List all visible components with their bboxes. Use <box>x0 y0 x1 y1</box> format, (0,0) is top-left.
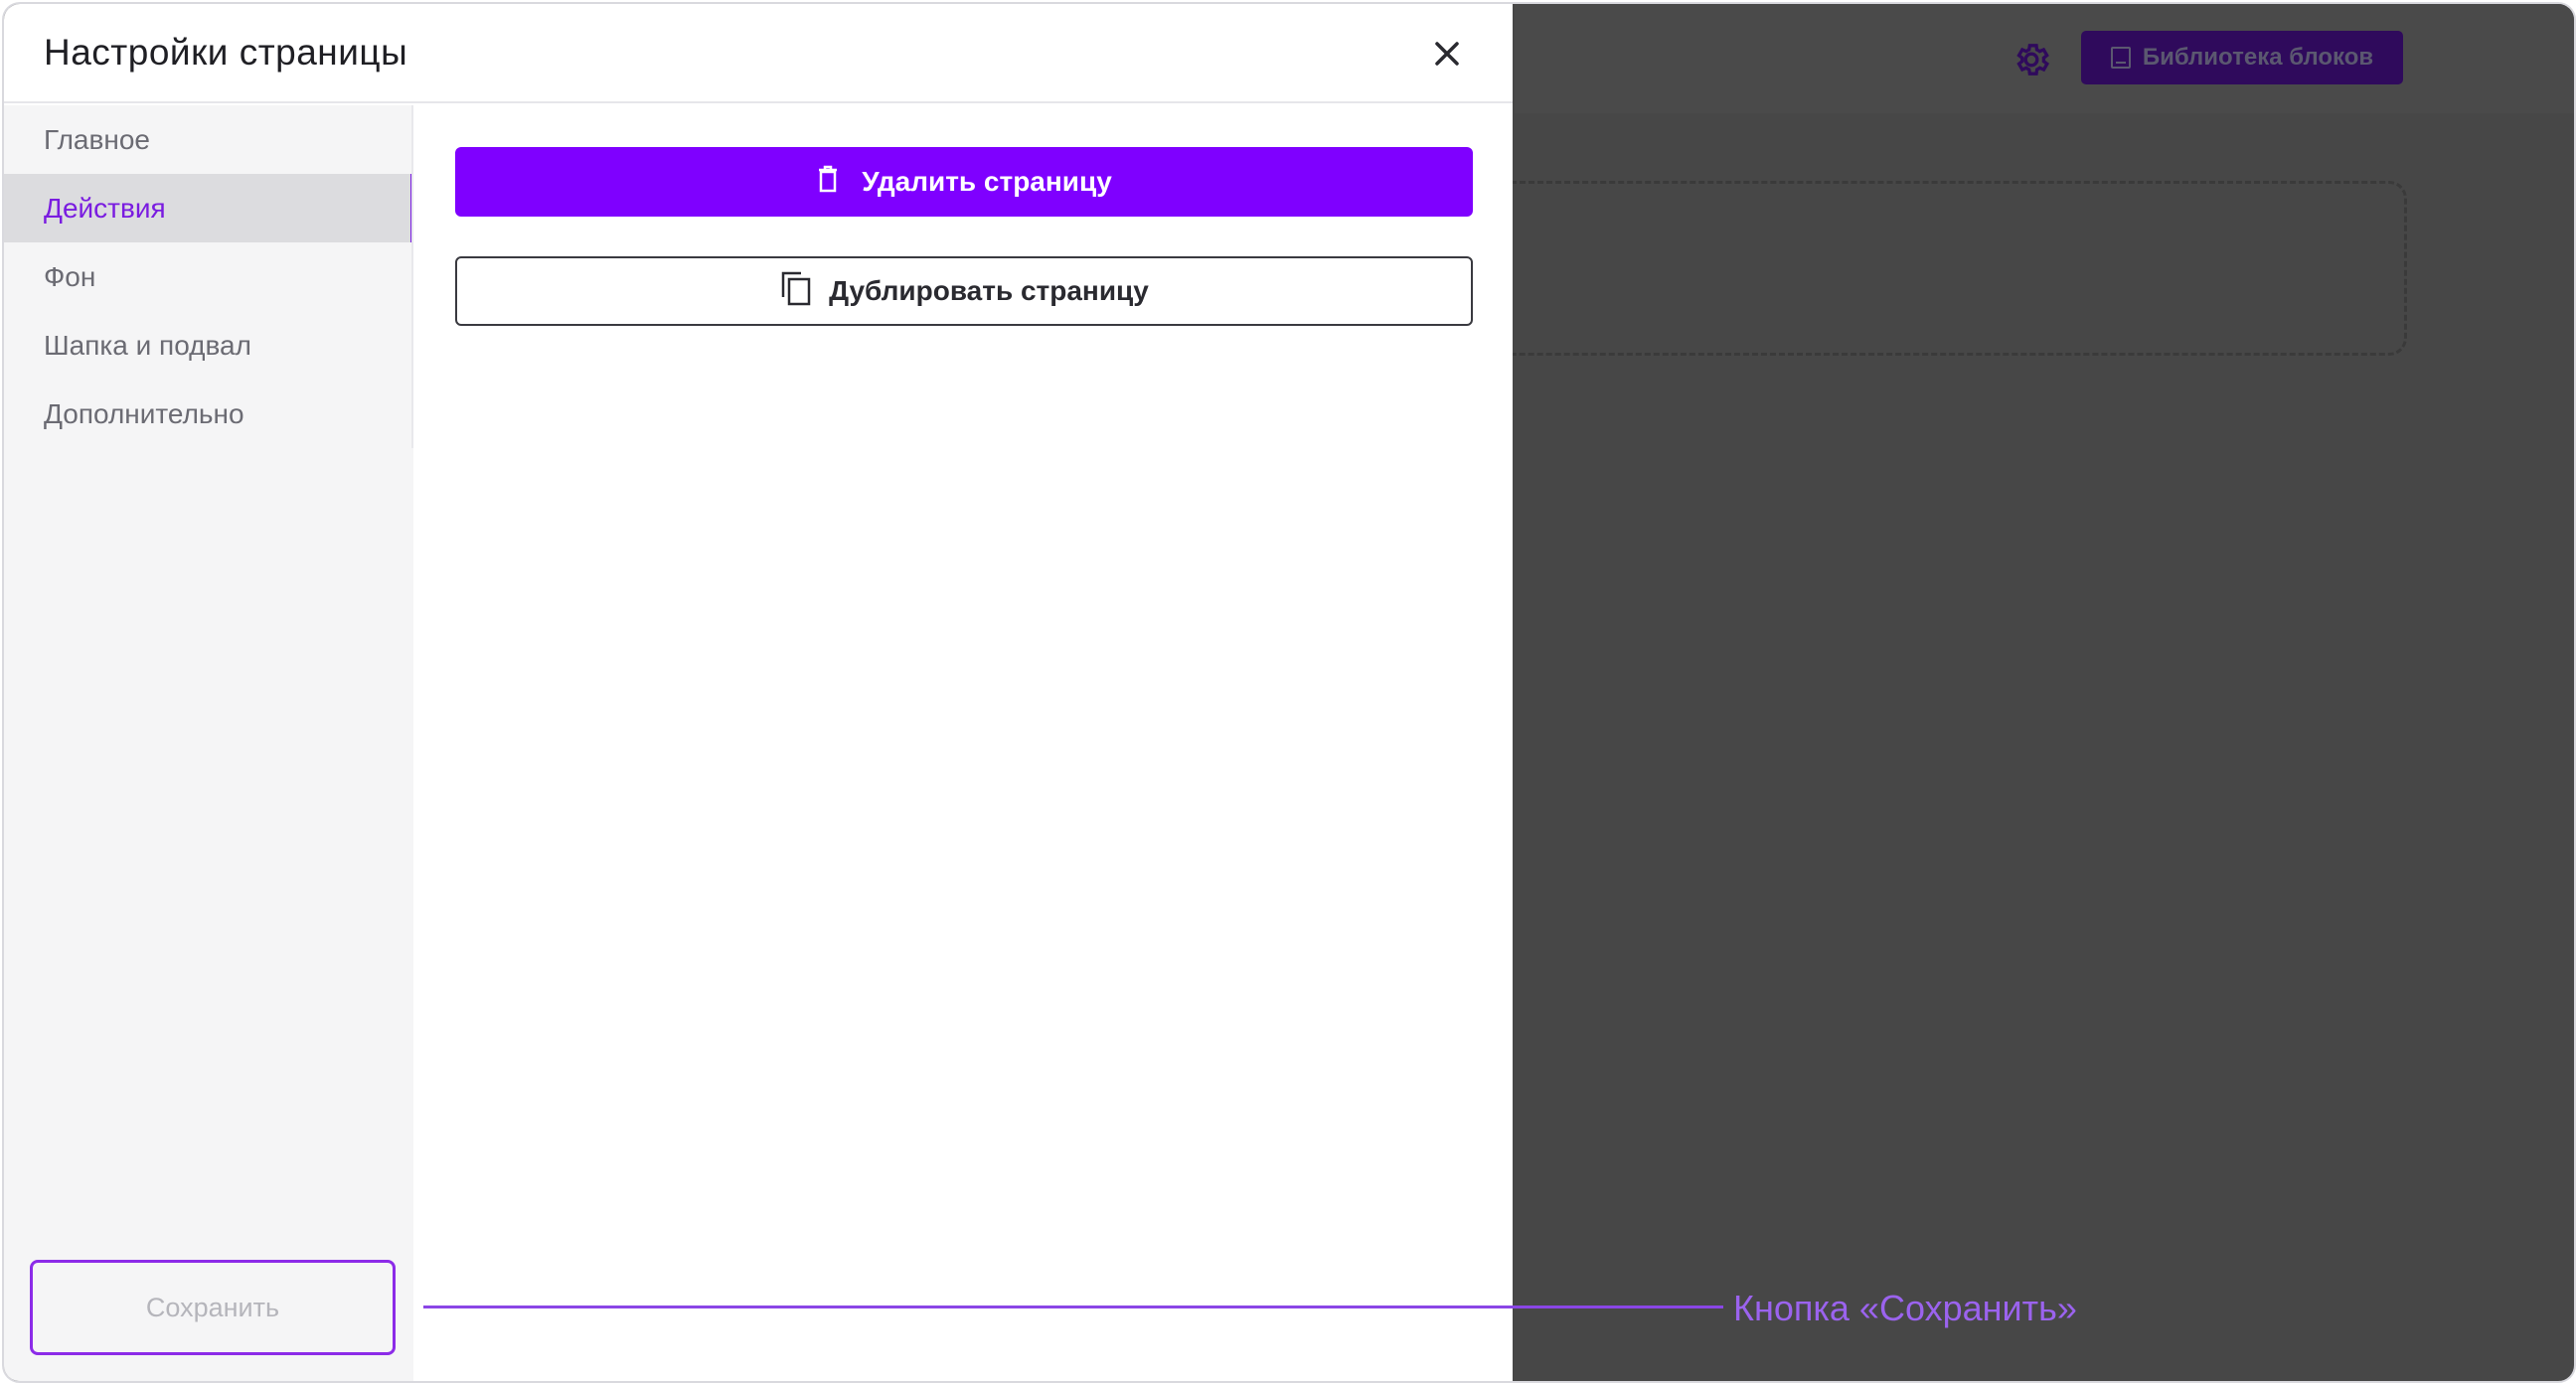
annotation-label: Кнопка «Сохранить» <box>1733 1288 2077 1328</box>
sidebar-item-actions[interactable]: Действия <box>4 174 413 242</box>
save-button-label: Сохранить <box>145 1292 280 1322</box>
sidebar-item-label: Дополнительно <box>44 397 244 429</box>
block-library-button[interactable]: Библиотека блоков <box>2081 31 2403 84</box>
delete-page-label: Удалить страницу <box>862 166 1112 197</box>
app-window: Библиотека блоков Настройки страницы Гла… <box>2 2 2576 1383</box>
close-icon[interactable] <box>1425 32 1469 76</box>
block-drop-zone <box>1475 181 2407 356</box>
sidebar-item-additional[interactable]: Дополнительно <box>4 380 413 448</box>
block-library-label: Библиотека блоков <box>2142 44 2374 71</box>
annotation-callout-line <box>423 1306 1723 1308</box>
panel-title: Настройки страницы <box>44 32 408 73</box>
sidebar-item-background[interactable]: Фон <box>4 242 413 311</box>
page-settings-panel: Настройки страницы Главное Действия Фон <box>4 4 1513 1381</box>
library-icon <box>2110 47 2131 69</box>
panel-header: Настройки страницы <box>4 4 1513 103</box>
sidebar-menu: Главное Действия Фон Шапка и подвал Допо… <box>4 105 413 448</box>
sidebar-item-header-footer[interactable]: Шапка и подвал <box>4 311 413 380</box>
sidebar-item-label: Действия <box>44 192 166 224</box>
sidebar-item-main[interactable]: Главное <box>4 105 413 174</box>
sidebar-item-label: Главное <box>44 123 150 155</box>
sidebar-item-label: Шапка и подвал <box>44 329 251 361</box>
trash-icon <box>816 164 840 201</box>
settings-sidebar: Главное Действия Фон Шапка и подвал Допо… <box>4 105 413 1381</box>
copy-icon <box>779 269 813 314</box>
gear-icon[interactable] <box>2012 40 2051 79</box>
duplicate-page-button[interactable]: Дублировать страницу <box>455 256 1473 326</box>
delete-page-button[interactable]: Удалить страницу <box>455 147 1473 217</box>
actions-content: Удалить страницу Дублировать страницу <box>413 105 1513 1381</box>
duplicate-page-label: Дублировать страницу <box>829 275 1149 306</box>
sidebar-item-label: Фон <box>44 260 96 292</box>
save-button[interactable]: Сохранить <box>30 1260 396 1355</box>
